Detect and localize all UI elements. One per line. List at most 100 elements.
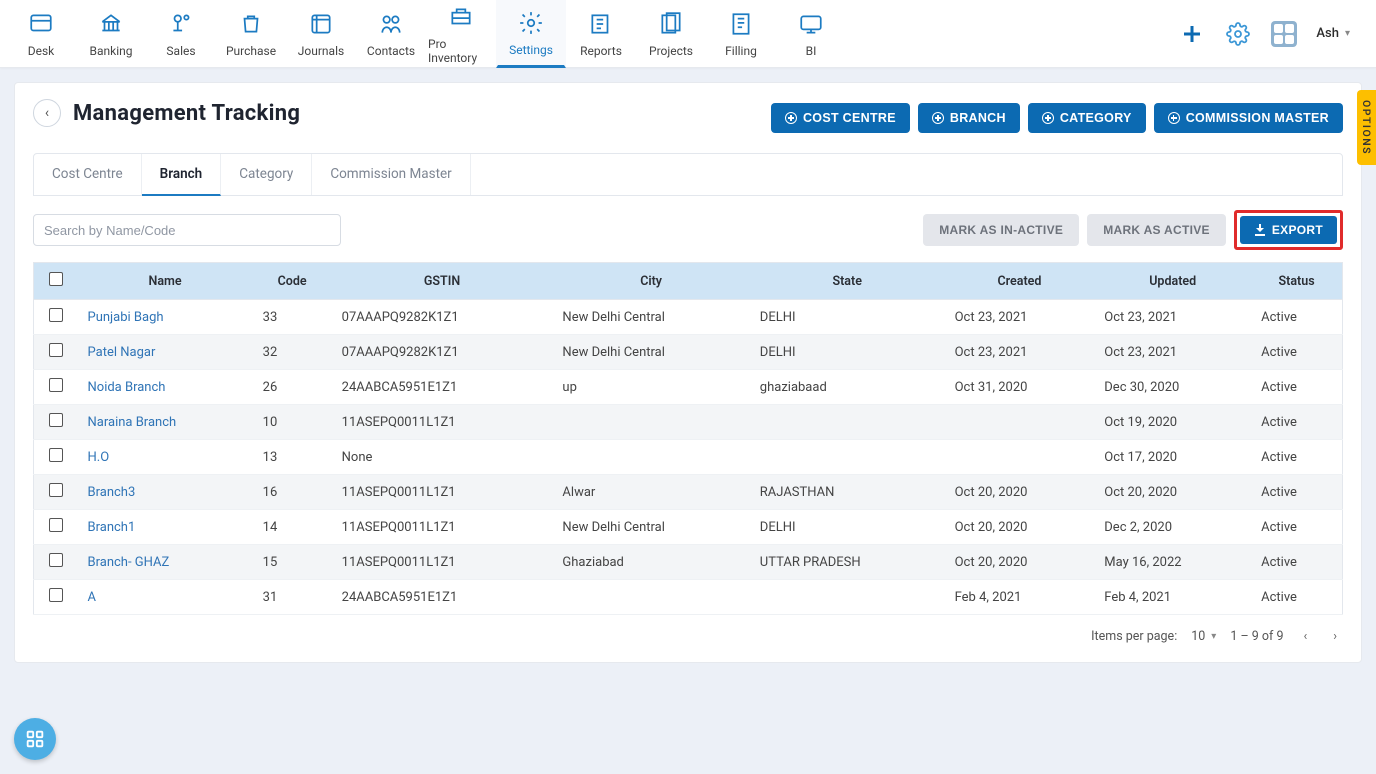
row-updated: Feb 4, 2021 (1094, 580, 1251, 615)
row-city (552, 580, 749, 615)
nav-label: Contacts (367, 44, 415, 58)
row-checkbox[interactable] (49, 448, 63, 462)
row-status: Active (1251, 405, 1342, 440)
mark-active-button[interactable]: MARK AS ACTIVE (1087, 214, 1226, 246)
page-size-select[interactable]: 10 ▾ (1191, 629, 1216, 644)
global-calculator-icon[interactable] (1270, 20, 1298, 48)
row-checkbox[interactable] (49, 588, 63, 602)
row-checkbox[interactable] (49, 413, 63, 427)
nav-item-filling[interactable]: Filling (706, 0, 776, 68)
row-updated: Oct 17, 2020 (1094, 440, 1251, 475)
nav-icon (797, 10, 825, 38)
row-city: New Delhi Central (552, 510, 749, 545)
page-title: Management Tracking (73, 101, 300, 126)
tabs: Cost CentreBranchCategoryCommission Mast… (33, 153, 1343, 196)
row-state (750, 580, 945, 615)
select-all-checkbox[interactable] (49, 272, 63, 286)
prev-page-button[interactable]: ‹ (1297, 625, 1313, 648)
add-commission-master-button[interactable]: COMMISSION MASTER (1154, 103, 1343, 133)
table-row: H.O13NoneOct 17, 2020Active (34, 440, 1343, 475)
row-created: Oct 23, 2021 (945, 335, 1095, 370)
row-updated: Oct 19, 2020 (1094, 405, 1251, 440)
nav-item-bi[interactable]: BI (776, 0, 846, 68)
nav-item-banking[interactable]: Banking (76, 0, 146, 68)
nav-label: Filling (725, 44, 757, 58)
row-city: up (552, 370, 749, 405)
row-status: Active (1251, 300, 1342, 335)
row-code: 32 (253, 335, 332, 370)
tab-branch[interactable]: Branch (142, 154, 222, 196)
nav-item-journals[interactable]: Journals (286, 0, 356, 68)
pagination: Items per page: 10 ▾ 1 – 9 of 9 ‹ › (33, 625, 1343, 648)
row-city (552, 440, 749, 475)
col-created[interactable]: Created (945, 263, 1095, 300)
table-row: Patel Nagar3207AAAPQ9282K1Z1New Delhi Ce… (34, 335, 1343, 370)
row-name-link[interactable]: Branch3 (88, 485, 136, 500)
side-options-tab[interactable]: OPTIONS (1357, 90, 1376, 165)
app-launcher-fab[interactable] (14, 718, 56, 760)
row-name-link[interactable]: Naraina Branch (88, 415, 177, 430)
row-name-link[interactable]: H.O (88, 450, 110, 465)
row-gstin: 11ASEPQ0011L1Z1 (332, 475, 553, 510)
row-updated: Oct 23, 2021 (1094, 335, 1251, 370)
global-settings-icon[interactable] (1224, 20, 1252, 48)
search-input[interactable] (33, 214, 341, 246)
col-name[interactable]: Name (78, 263, 253, 300)
add-cost-centre-button[interactable]: COST CENTRE (771, 103, 910, 133)
nav-item-desk[interactable]: Desk (6, 0, 76, 68)
row-city: Ghaziabad (552, 545, 749, 580)
nav-item-contacts[interactable]: Contacts (356, 0, 426, 68)
nav-item-sales[interactable]: Sales (146, 0, 216, 68)
global-add-icon[interactable] (1178, 20, 1206, 48)
export-button[interactable]: EXPORT (1240, 216, 1337, 244)
col-updated[interactable]: Updated (1094, 263, 1251, 300)
row-checkbox[interactable] (49, 518, 63, 532)
export-label: EXPORT (1272, 223, 1323, 237)
nav-item-settings[interactable]: Settings (496, 0, 566, 68)
nav-item-projects[interactable]: Projects (636, 0, 706, 68)
nav-label: Journals (298, 44, 344, 58)
next-page-button[interactable]: › (1327, 625, 1343, 648)
col-gstin[interactable]: GSTIN (332, 263, 553, 300)
row-checkbox[interactable] (49, 378, 63, 392)
col-status[interactable]: Status (1251, 263, 1342, 300)
nav-item-purchase[interactable]: Purchase (216, 0, 286, 68)
nav-label: Sales (166, 44, 195, 58)
row-checkbox[interactable] (49, 553, 63, 567)
back-button[interactable]: ‹ (33, 99, 61, 127)
table-row: Branch- GHAZ1511ASEPQ0011L1Z1GhaziabadUT… (34, 545, 1343, 580)
row-name-link[interactable]: Punjabi Bagh (88, 310, 164, 325)
row-name-link[interactable]: Noida Branch (88, 380, 166, 395)
row-checkbox[interactable] (49, 343, 63, 357)
add-branch-button[interactable]: BRANCH (918, 103, 1020, 133)
chevron-down-icon: ▾ (1211, 631, 1216, 642)
nav-label: Projects (649, 44, 693, 58)
row-checkbox[interactable] (49, 483, 63, 497)
user-menu[interactable]: Ash ▾ (1316, 26, 1350, 41)
row-state: DELHI (750, 300, 945, 335)
tab-cost-centre[interactable]: Cost Centre (34, 154, 142, 195)
row-created: Oct 20, 2020 (945, 545, 1095, 580)
row-gstin: 11ASEPQ0011L1Z1 (332, 510, 553, 545)
tab-commission-master[interactable]: Commission Master (312, 154, 470, 195)
row-state: UTTAR PRADESH (750, 545, 945, 580)
row-name-link[interactable]: Branch- GHAZ (88, 555, 170, 570)
nav-icon (727, 10, 755, 38)
row-checkbox[interactable] (49, 308, 63, 322)
row-code: 15 (253, 545, 332, 580)
row-name-link[interactable]: Patel Nagar (88, 345, 156, 360)
col-code[interactable]: Code (253, 263, 332, 300)
row-gstin: 07AAAPQ9282K1Z1 (332, 300, 553, 335)
nav-item-pro-inventory[interactable]: Pro Inventory (426, 0, 496, 68)
row-name-link[interactable]: Branch1 (88, 520, 136, 535)
row-city: New Delhi Central (552, 335, 749, 370)
row-name-link[interactable]: A (88, 590, 96, 605)
add-category-button[interactable]: CATEGORY (1028, 103, 1146, 133)
col-city[interactable]: City (552, 263, 749, 300)
mark-inactive-button[interactable]: MARK AS IN-ACTIVE (923, 214, 1079, 246)
nav-item-reports[interactable]: Reports (566, 0, 636, 68)
col-state[interactable]: State (750, 263, 945, 300)
nav-icon (447, 3, 475, 31)
row-gstin: 11ASEPQ0011L1Z1 (332, 405, 553, 440)
tab-category[interactable]: Category (221, 154, 312, 195)
